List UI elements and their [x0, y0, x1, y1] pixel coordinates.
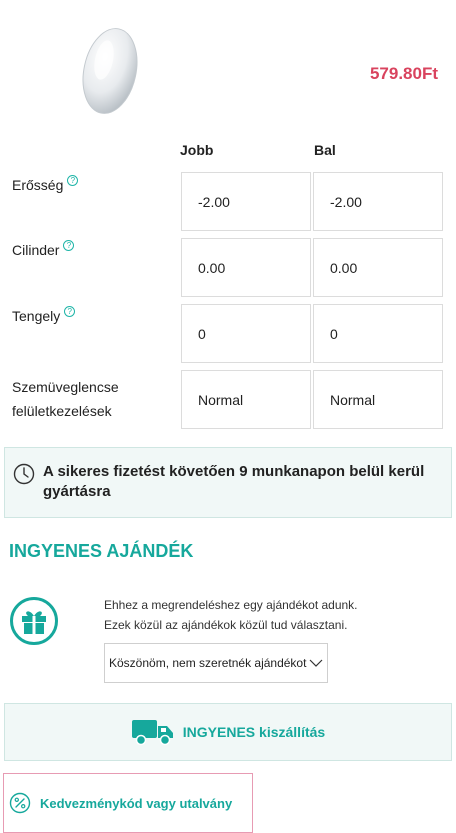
notice-text: A sikeres fizetést követően 9 munkanapon…	[43, 463, 425, 500]
clock-icon	[13, 463, 35, 485]
row-label-coating: Szemüveglencse felületkezelések	[12, 375, 119, 423]
truck-icon	[131, 720, 173, 746]
coating-left-select[interactable]: Normal	[313, 370, 443, 429]
coating-right-select[interactable]: Normal	[181, 370, 311, 429]
row-label-line2: felületkezelések	[12, 403, 112, 419]
row-label-cylinder: Cilinder?	[12, 238, 75, 262]
gift-section-title: INGYENES AJÁNDÉK	[9, 541, 194, 561]
gift-select[interactable]: Köszönöm, nem szeretnék ajándékot	[104, 643, 328, 683]
strength-left-field[interactable]: -2.00	[313, 172, 443, 231]
row-label-text: Erősség	[12, 177, 64, 193]
row-label-text: Tengely	[12, 308, 61, 324]
coupon-button[interactable]: Kedvezménykód vagy utalvány	[3, 773, 253, 833]
gift-description-line1: Ehhez a megrendeléshez egy ajándékot adu…	[104, 598, 358, 612]
percent-icon	[9, 792, 31, 814]
strength-right-field[interactable]: -2.00	[181, 172, 311, 231]
row-label-axis: Tengely?	[12, 304, 76, 328]
gift-description: Ehhez a megrendeléshez egy ajándékot adu…	[104, 595, 404, 635]
cylinder-left-field[interactable]: 0.00	[313, 238, 443, 297]
column-header-left: Bal	[314, 142, 336, 158]
production-notice: A sikeres fizetést követően 9 munkanapon…	[4, 447, 452, 518]
cylinder-right-field[interactable]: 0.00	[181, 238, 311, 297]
gift-description-line2: Ezek közül az ajándékok közül tud válasz…	[104, 618, 348, 632]
axis-left-field[interactable]: 0	[313, 304, 443, 363]
column-header-right: Jobb	[180, 142, 214, 158]
row-label-strength: Erősség?	[12, 173, 79, 197]
product-price: 579.80Ft	[369, 64, 438, 83]
help-icon[interactable]: ?	[64, 306, 76, 317]
row-label-text: Cilinder	[12, 242, 60, 258]
help-icon[interactable]: ?	[63, 240, 75, 251]
coupon-label: Kedvezménykód vagy utalvány	[40, 795, 233, 811]
chevron-down-icon	[309, 659, 323, 667]
row-label-line1: Szemüveglencse	[12, 379, 119, 395]
gift-icon	[10, 597, 58, 645]
free-shipping-banner: INGYENES kiszállítás	[4, 703, 452, 761]
free-shipping-label: INGYENES kiszállítás	[182, 724, 326, 740]
contact-lens-image	[82, 28, 138, 114]
axis-right-field[interactable]: 0	[181, 304, 311, 363]
help-icon[interactable]: ?	[67, 175, 79, 186]
gift-select-value: Köszönöm, nem szeretnék ajándékot	[109, 656, 307, 670]
